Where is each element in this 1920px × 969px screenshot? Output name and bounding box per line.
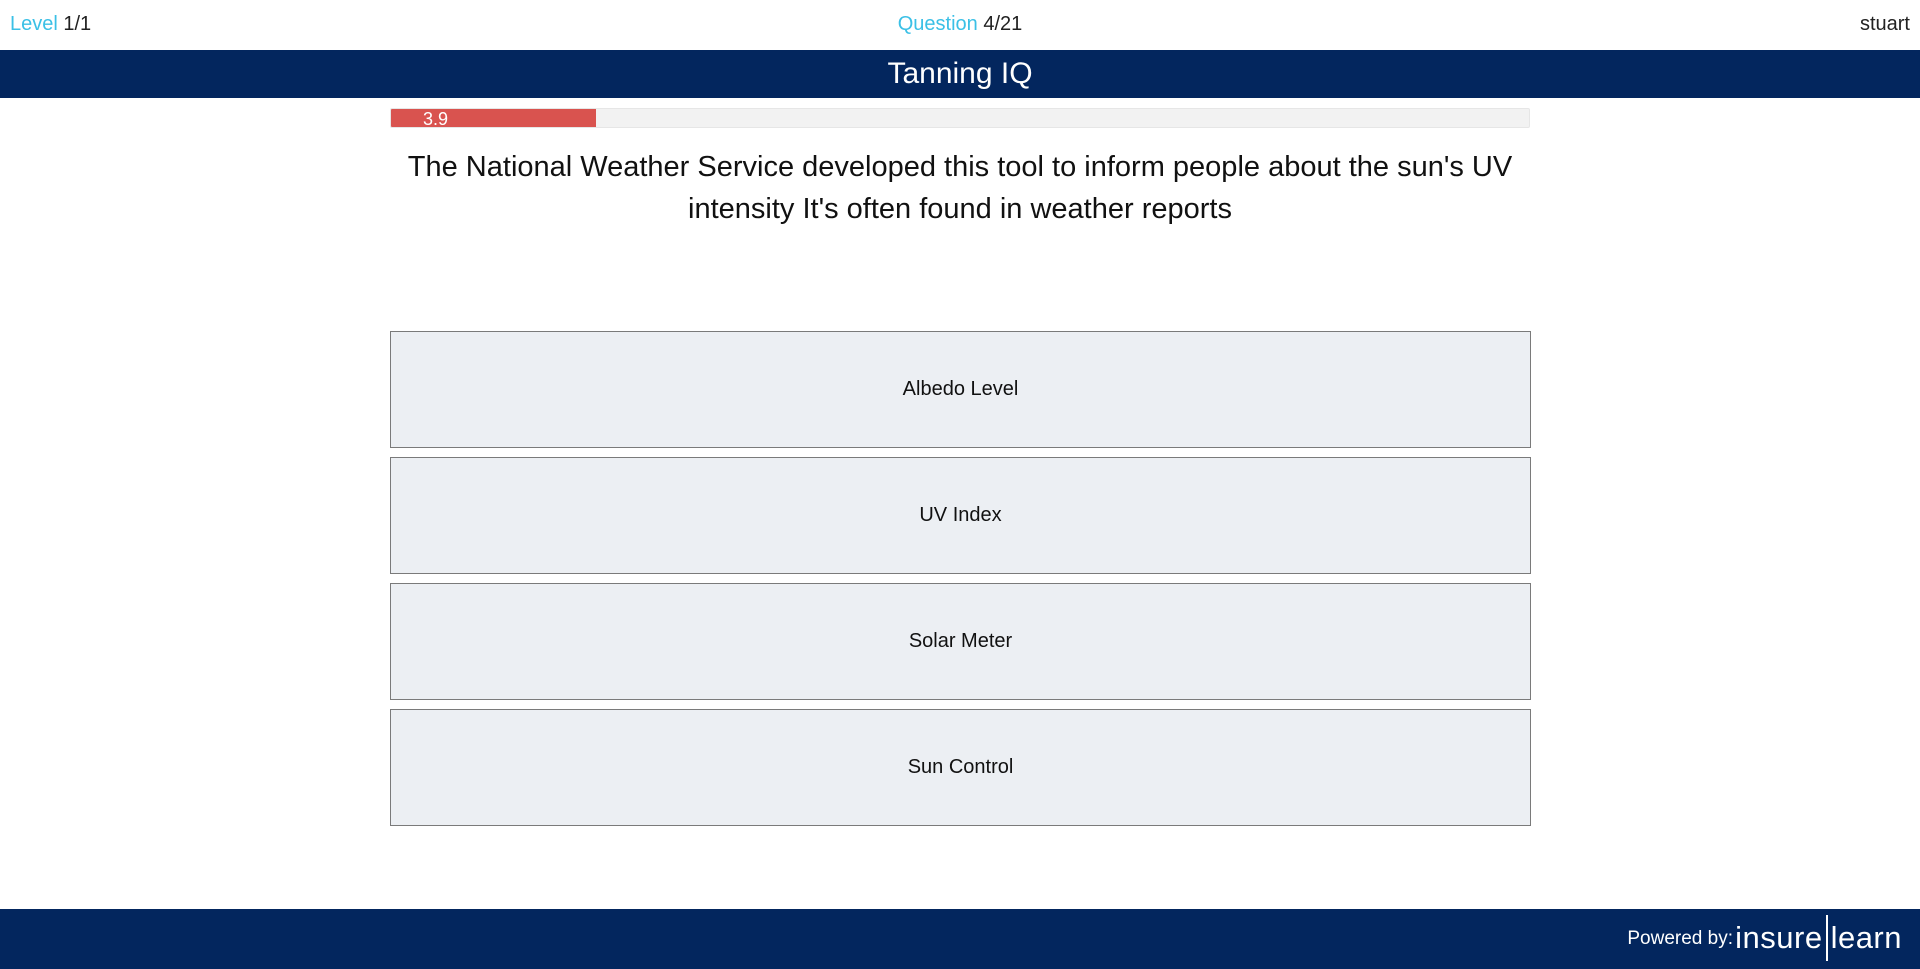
answer-option-sun-control[interactable]: Sun Control — [390, 709, 1531, 826]
footer: Powered by: insure learn — [0, 909, 1920, 969]
username: stuart — [1859, 13, 1910, 35]
answer-option-solar-meter[interactable]: Solar Meter — [390, 583, 1531, 700]
question-counter: Question 4/21 — [0, 13, 1920, 36]
insurelearn-logo[interactable]: insure learn — [1735, 915, 1902, 961]
question-text: The National Weather Service developed t… — [407, 151, 1513, 225]
logo-text-learn: learn — [1830, 920, 1902, 955]
top-bar: Level 1/1 Question 4/21 stuart — [0, 0, 1920, 50]
timer-progress-bar: 3.9 — [390, 108, 1530, 128]
answer-list: Albedo Level UV Index Solar Meter Sun Co… — [390, 331, 1531, 835]
quiz-title: Tanning IQ — [0, 50, 1920, 98]
logo-divider — [1825, 915, 1828, 961]
question-value: 4/21 — [983, 13, 1023, 35]
question-label: Question — [897, 13, 978, 35]
answer-option-uv-index[interactable]: UV Index — [390, 457, 1531, 574]
answer-option-albedo-level[interactable]: Albedo Level — [390, 331, 1531, 448]
timer-value: 3.9 — [423, 109, 449, 128]
logo-text-insure: insure — [1735, 920, 1823, 955]
powered-by-label: Powered by: — [1627, 928, 1733, 949]
timer-progress-fill — [391, 109, 596, 127]
